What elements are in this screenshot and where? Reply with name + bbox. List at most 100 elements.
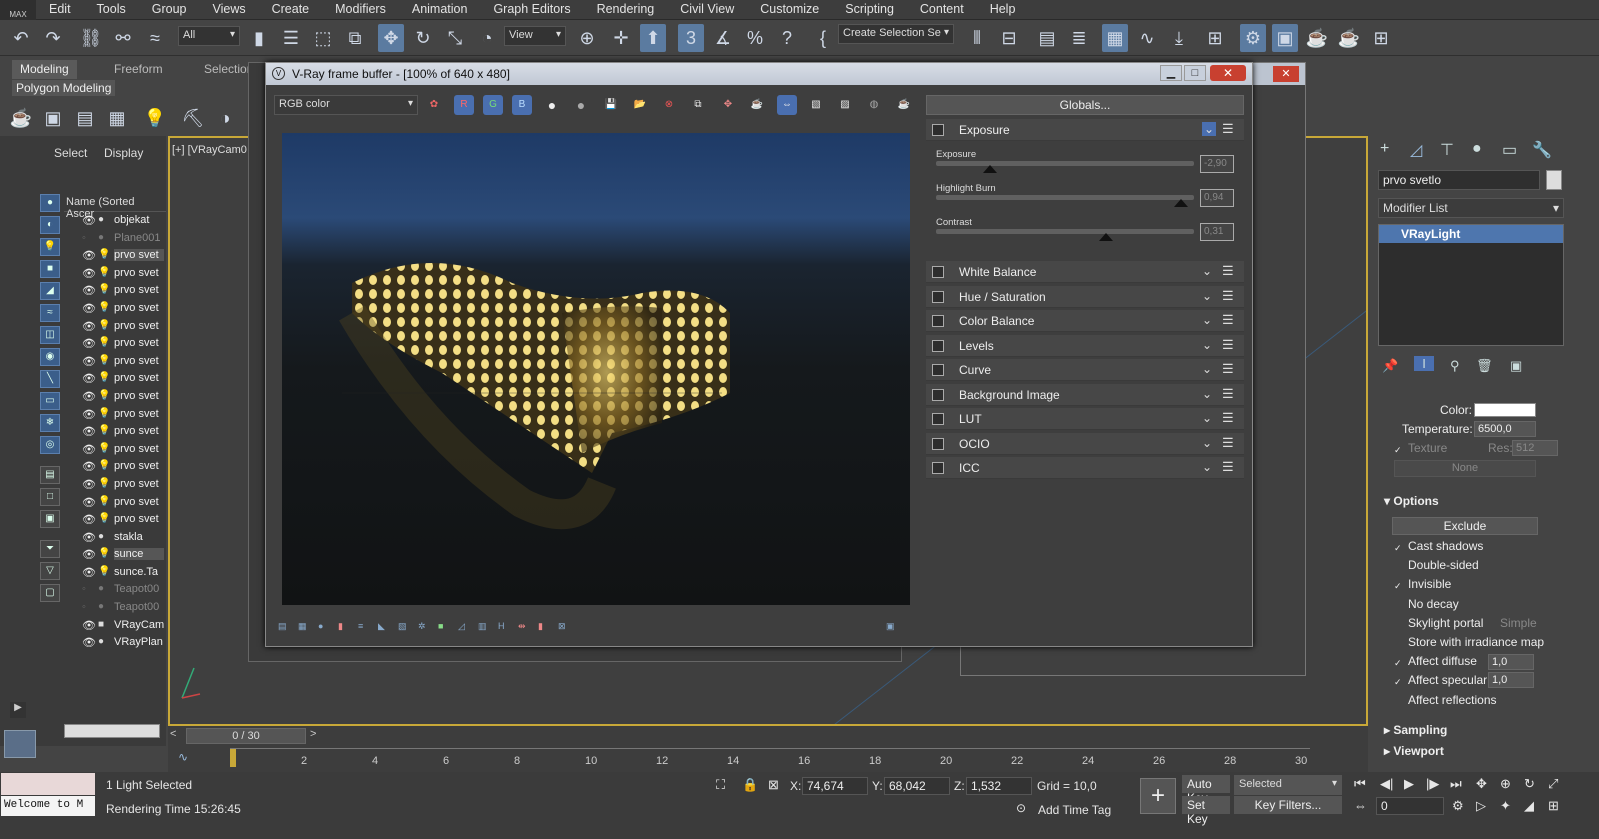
keyboard-shortcut-icon[interactable]: ⬆	[640, 24, 666, 52]
x-coordinate-field[interactable]: 74,674	[802, 777, 868, 795]
open-image-icon[interactable]: 📂	[630, 95, 650, 115]
menu-item[interactable]: Views	[199, 2, 258, 16]
scale-icon[interactable]: ⤡	[442, 24, 468, 52]
key-set-dropdown[interactable]: Selected	[1234, 775, 1342, 795]
list-item[interactable]: 👁 ● stakla	[64, 529, 166, 547]
list-item[interactable]: 👁 💡 prvo svet	[64, 476, 166, 494]
eye-icon[interactable]: 👁	[82, 425, 96, 438]
funnel-icon[interactable]: ⏷	[40, 540, 60, 558]
slider-value-field[interactable]: -2,90	[1200, 155, 1234, 173]
hidden-eye-icon[interactable]: ◦	[82, 583, 86, 595]
option-store-with-irradiance-map[interactable]: Store with irradiance map	[1394, 635, 1544, 649]
menu-icon[interactable]: ☰	[1222, 121, 1234, 137]
vfb-bottom-icon-13[interactable]: ⇹	[518, 621, 530, 633]
mono-icon[interactable]: ●	[571, 95, 591, 115]
menu-icon[interactable]: ☰	[1222, 288, 1234, 304]
slider-contrast[interactable]: Contrast 0,31	[936, 217, 1236, 245]
vfb-titlebar[interactable]: V V-Ray frame buffer - [100% of 640 x 48…	[266, 63, 1252, 85]
eye-icon[interactable]: 👁	[82, 284, 96, 297]
utilities-tab-icon[interactable]: 🔧	[1532, 140, 1552, 160]
hierarchy-tab-icon[interactable]: ⊤	[1440, 140, 1454, 160]
rotate-icon[interactable]: ↻	[410, 24, 436, 52]
section-checkbox[interactable]	[932, 462, 944, 474]
set-key-big-icon[interactable]: +	[1140, 778, 1176, 814]
vfb-bottom-icon-5[interactable]: ≡	[358, 621, 370, 633]
track-mouse-icon[interactable]: ✥	[718, 95, 738, 115]
key-filters-button[interactable]: Key Filters...	[1234, 796, 1342, 814]
key-mode-icon[interactable]: ⇔	[1354, 798, 1367, 813]
list-item[interactable]: 👁 💡 prvo svet	[64, 511, 166, 529]
option-invisible[interactable]: ✓ Invisible	[1394, 577, 1451, 592]
ribbon-subtitle[interactable]: Polygon Modeling	[12, 80, 116, 96]
maxscript-listener[interactable]	[1, 773, 95, 795]
menu-item[interactable]: Graph Editors	[480, 2, 583, 16]
configure-sets-icon[interactable]: ▣	[1510, 358, 1522, 374]
container-filter-icon[interactable]: ▭	[40, 392, 60, 410]
moon-icon[interactable]: ◑	[212, 104, 238, 132]
frozen-filter-icon[interactable]: ❄	[40, 414, 60, 432]
viewport-thumbnail[interactable]	[4, 730, 36, 758]
slider-thumb[interactable]	[1174, 199, 1189, 207]
expand-icon[interactable]: ⌄	[1202, 460, 1212, 474]
object-name-field[interactable]: prvo svetlo	[1378, 170, 1540, 190]
walk-icon[interactable]: ◢	[1524, 798, 1534, 814]
option-affect-reflections[interactable]: Affect reflections	[1394, 693, 1497, 707]
expand-icon[interactable]: ⌄	[1202, 387, 1212, 401]
list-item[interactable]: 👁 💡 sunce	[64, 546, 166, 564]
menu-item[interactable]: Content	[907, 2, 977, 16]
red-channel-button[interactable]: R	[454, 95, 474, 115]
vfb-bottom-icon-8[interactable]: ✲	[418, 621, 430, 633]
option-cast-shadows[interactable]: ✓ Cast shadows	[1394, 539, 1483, 554]
orbit-icon[interactable]: ↻	[1524, 776, 1535, 792]
eye-icon[interactable]: 👁	[82, 636, 96, 649]
option-affect-specular[interactable]: ✓ Affect specular	[1394, 673, 1487, 688]
light-color-swatch[interactable]	[1474, 403, 1536, 417]
shape-filter-icon[interactable]: ◐	[40, 216, 60, 234]
auto-key-button[interactable]: Auto Key	[1182, 775, 1230, 805]
slider-highlight-burn[interactable]: Highlight Burn 0,94	[936, 183, 1236, 211]
slider-thumb[interactable]	[1099, 233, 1114, 241]
blue-channel-button[interactable]: B	[512, 95, 532, 115]
unlink-icon[interactable]: ⚯	[110, 24, 136, 52]
section-lut[interactable]: LUT ⌄ ☰	[926, 408, 1244, 430]
helper-filter-icon[interactable]: ◢	[40, 282, 60, 300]
texture-checkbox[interactable]: ✓ Texture	[1394, 441, 1447, 456]
play-icon[interactable]: ▶	[1404, 776, 1414, 792]
vfb-bottom-icon-3[interactable]: ●	[318, 621, 330, 633]
section-curve[interactable]: Curve ⌄ ☰	[926, 359, 1244, 381]
link-icon[interactable]: ⛓	[78, 24, 104, 52]
bone-filter-icon[interactable]: ╲	[40, 370, 60, 388]
modifier-stack-item[interactable]: VRayLight	[1379, 225, 1563, 243]
set-key-button[interactable]: Set Key	[1182, 796, 1230, 826]
vfb-panel-toggle-icon[interactable]: ▣	[886, 621, 898, 633]
expand-icon[interactable]: ⌄	[1202, 436, 1212, 450]
display-all-icon[interactable]: ▤	[40, 466, 60, 484]
green-channel-button[interactable]: G	[483, 95, 503, 115]
menu-icon[interactable]: ☰	[1222, 312, 1234, 328]
selection-filter-dropdown[interactable]: All	[178, 26, 240, 46]
select-object-icon[interactable]: ▮	[246, 24, 272, 52]
close-icon[interactable]: ✕	[1210, 65, 1246, 81]
tab-modeling[interactable]: Modeling	[12, 60, 77, 79]
clear-image-icon[interactable]: ⊗	[659, 95, 679, 115]
list-item[interactable]: 👁 💡 prvo svet	[64, 247, 166, 265]
render-setup-close-icon[interactable]: ✕	[1273, 66, 1299, 82]
object-color-swatch[interactable]	[1546, 170, 1562, 190]
camera-icon[interactable]: ⛏	[180, 104, 206, 132]
menu-item[interactable]: Tools	[84, 2, 139, 16]
option-double-sided[interactable]: Double-sided	[1394, 558, 1479, 572]
list-item[interactable]: 👁 ■ VRayCam	[64, 617, 166, 635]
list-icon[interactable]: ▤	[72, 104, 98, 132]
list-item[interactable]: 👁 💡 prvo svet	[64, 441, 166, 459]
vfb-bottom-icon-1[interactable]: ▤	[278, 621, 290, 633]
move-icon[interactable]: ✥	[378, 24, 404, 52]
list-item[interactable]: 👁 ● objekat	[64, 212, 166, 230]
expand-icon[interactable]: ▶	[10, 702, 26, 718]
undo-icon[interactable]: ↶	[8, 24, 34, 52]
geometry-filter-icon[interactable]: ●	[40, 194, 60, 212]
redo-icon[interactable]: ↷	[40, 24, 66, 52]
select-by-name-icon[interactable]: ☰	[278, 24, 304, 52]
viewport-rollout[interactable]: ▸ Viewport	[1384, 744, 1444, 758]
eye-icon[interactable]: 👁	[82, 496, 96, 509]
zoom-icon[interactable]: ✥	[1476, 776, 1487, 792]
